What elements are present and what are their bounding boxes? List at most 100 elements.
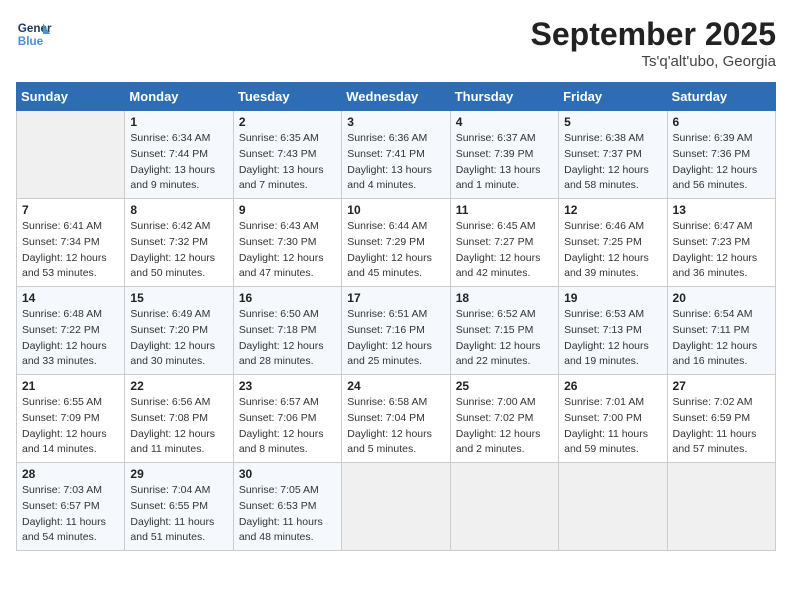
day-number: 11 (456, 203, 553, 217)
calendar-cell: 14Sunrise: 6:48 AM Sunset: 7:22 PM Dayli… (17, 287, 125, 375)
page-header: General Blue September 2025 Ts'q'alt'ubo… (16, 16, 776, 70)
day-number: 16 (239, 291, 336, 305)
day-number: 28 (22, 467, 119, 481)
day-number: 27 (673, 379, 770, 393)
calendar-cell: 10Sunrise: 6:44 AM Sunset: 7:29 PM Dayli… (342, 199, 450, 287)
calendar-cell: 21 Sunrise: 6:55 AM Sunset: 7:09 PM Dayli… (17, 375, 125, 463)
calendar-cell: 20Sunrise: 6:54 AM Sunset: 7:11 PM Dayli… (667, 287, 775, 375)
header-saturday: Saturday (667, 83, 775, 111)
calendar-week-3: 14Sunrise: 6:48 AM Sunset: 7:22 PM Dayli… (17, 287, 776, 375)
calendar-cell: 6 Sunrise: 6:39 AM Sunset: 7:36 PM Daylig… (667, 111, 775, 199)
calendar-cell: 23 Sunrise: 6:57 AM Sunset: 7:06 PM Dayli… (233, 375, 341, 463)
day-number: 29 (130, 467, 227, 481)
calendar-week-1: 1 Sunrise: 6:34 AM Sunset: 7:44 PM Daylig… (17, 111, 776, 199)
svg-text:Blue: Blue (18, 35, 44, 48)
location: Ts'q'alt'ubo, Georgia (531, 53, 776, 70)
calendar-week-4: 21 Sunrise: 6:55 AM Sunset: 7:09 PM Dayli… (17, 375, 776, 463)
calendar-cell: 7 Sunrise: 6:41 AM Sunset: 7:34 PM Daylig… (17, 199, 125, 287)
day-number: 21 (22, 379, 119, 393)
day-number: 2 (239, 115, 336, 129)
day-info: Sunrise: 6:41 AM Sunset: 7:34 PM Dayligh… (22, 219, 119, 282)
day-info: Sunrise: 6:58 AM Sunset: 7:04 PM Dayligh… (347, 395, 444, 458)
calendar-cell: 17 Sunrise: 6:51 AM Sunset: 7:16 PM Dayli… (342, 287, 450, 375)
calendar-cell (450, 463, 558, 551)
day-number: 14 (22, 291, 119, 305)
calendar-cell: 15Sunrise: 6:49 AM Sunset: 7:20 PM Dayli… (125, 287, 233, 375)
day-info: Sunrise: 6:53 AM Sunset: 7:13 PM Dayligh… (564, 307, 661, 370)
calendar-cell: 28Sunrise: 7:03 AM Sunset: 6:57 PM Dayli… (17, 463, 125, 551)
day-number: 17 (347, 291, 444, 305)
day-number: 3 (347, 115, 444, 129)
day-info: Sunrise: 6:55 AM Sunset: 7:09 PM Dayligh… (22, 395, 119, 458)
calendar-cell (559, 463, 667, 551)
calendar-cell: 18Sunrise: 6:52 AM Sunset: 7:15 PM Dayli… (450, 287, 558, 375)
day-info: Sunrise: 6:45 AM Sunset: 7:27 PM Dayligh… (456, 219, 553, 282)
calendar-header-row: SundayMondayTuesdayWednesdayThursdayFrid… (17, 83, 776, 111)
day-info: Sunrise: 7:01 AM Sunset: 7:00 PM Dayligh… (564, 395, 661, 458)
calendar-cell: 11 Sunrise: 6:45 AM Sunset: 7:27 PM Dayli… (450, 199, 558, 287)
day-number: 26 (564, 379, 661, 393)
day-number: 30 (239, 467, 336, 481)
calendar-cell: 30 Sunrise: 7:05 AM Sunset: 6:53 PM Dayli… (233, 463, 341, 551)
calendar-week-2: 7 Sunrise: 6:41 AM Sunset: 7:34 PM Daylig… (17, 199, 776, 287)
day-number: 1 (130, 115, 227, 129)
day-info: Sunrise: 6:38 AM Sunset: 7:37 PM Dayligh… (564, 131, 661, 194)
day-info: Sunrise: 6:43 AM Sunset: 7:30 PM Dayligh… (239, 219, 336, 282)
calendar-cell: 26 Sunrise: 7:01 AM Sunset: 7:00 PM Dayli… (559, 375, 667, 463)
day-number: 6 (673, 115, 770, 129)
day-number: 4 (456, 115, 553, 129)
month-title: September 2025 (531, 16, 776, 53)
calendar-cell: 29 Sunrise: 7:04 AM Sunset: 6:55 PM Dayli… (125, 463, 233, 551)
day-info: Sunrise: 6:49 AM Sunset: 7:20 PM Dayligh… (130, 307, 227, 370)
day-info: Sunrise: 6:57 AM Sunset: 7:06 PM Dayligh… (239, 395, 336, 458)
day-info: Sunrise: 6:42 AM Sunset: 7:32 PM Dayligh… (130, 219, 227, 282)
header-thursday: Thursday (450, 83, 558, 111)
day-info: Sunrise: 7:02 AM Sunset: 6:59 PM Dayligh… (673, 395, 770, 458)
logo-icon: General Blue (16, 16, 52, 52)
calendar-cell: 24 Sunrise: 6:58 AM Sunset: 7:04 PM Dayli… (342, 375, 450, 463)
day-number: 5 (564, 115, 661, 129)
calendar-cell: 25Sunrise: 7:00 AM Sunset: 7:02 PM Dayli… (450, 375, 558, 463)
day-info: Sunrise: 6:51 AM Sunset: 7:16 PM Dayligh… (347, 307, 444, 370)
calendar-cell: 8 Sunrise: 6:42 AM Sunset: 7:32 PM Daylig… (125, 199, 233, 287)
calendar-cell: 12Sunrise: 6:46 AM Sunset: 7:25 PM Dayli… (559, 199, 667, 287)
calendar-cell: 9Sunrise: 6:43 AM Sunset: 7:30 PM Daylig… (233, 199, 341, 287)
day-number: 8 (130, 203, 227, 217)
day-info: Sunrise: 6:34 AM Sunset: 7:44 PM Dayligh… (130, 131, 227, 194)
day-number: 20 (673, 291, 770, 305)
day-number: 24 (347, 379, 444, 393)
calendar-cell: 3Sunrise: 6:36 AM Sunset: 7:41 PM Daylig… (342, 111, 450, 199)
day-info: Sunrise: 7:00 AM Sunset: 7:02 PM Dayligh… (456, 395, 553, 458)
day-info: Sunrise: 6:50 AM Sunset: 7:18 PM Dayligh… (239, 307, 336, 370)
day-number: 23 (239, 379, 336, 393)
day-info: Sunrise: 6:35 AM Sunset: 7:43 PM Dayligh… (239, 131, 336, 194)
header-monday: Monday (125, 83, 233, 111)
day-info: Sunrise: 6:47 AM Sunset: 7:23 PM Dayligh… (673, 219, 770, 282)
calendar-cell: 22 Sunrise: 6:56 AM Sunset: 7:08 PM Dayli… (125, 375, 233, 463)
header-friday: Friday (559, 83, 667, 111)
day-info: Sunrise: 6:37 AM Sunset: 7:39 PM Dayligh… (456, 131, 553, 194)
day-number: 22 (130, 379, 227, 393)
calendar-cell (17, 111, 125, 199)
day-info: Sunrise: 6:56 AM Sunset: 7:08 PM Dayligh… (130, 395, 227, 458)
header-wednesday: Wednesday (342, 83, 450, 111)
day-number: 7 (22, 203, 119, 217)
title-block: September 2025 Ts'q'alt'ubo, Georgia (531, 16, 776, 70)
calendar-cell (667, 463, 775, 551)
calendar-week-5: 28Sunrise: 7:03 AM Sunset: 6:57 PM Dayli… (17, 463, 776, 551)
calendar-cell (342, 463, 450, 551)
day-info: Sunrise: 7:05 AM Sunset: 6:53 PM Dayligh… (239, 483, 336, 546)
calendar-cell: 27 Sunrise: 7:02 AM Sunset: 6:59 PM Dayli… (667, 375, 775, 463)
logo: General Blue (16, 16, 52, 52)
calendar-cell: 16 Sunrise: 6:50 AM Sunset: 7:18 PM Dayli… (233, 287, 341, 375)
header-tuesday: Tuesday (233, 83, 341, 111)
calendar-cell: 1 Sunrise: 6:34 AM Sunset: 7:44 PM Daylig… (125, 111, 233, 199)
day-info: Sunrise: 6:52 AM Sunset: 7:15 PM Dayligh… (456, 307, 553, 370)
day-number: 19 (564, 291, 661, 305)
calendar-cell: 4 Sunrise: 6:37 AM Sunset: 7:39 PM Daylig… (450, 111, 558, 199)
calendar-cell: 19 Sunrise: 6:53 AM Sunset: 7:13 PM Dayli… (559, 287, 667, 375)
day-info: Sunrise: 6:39 AM Sunset: 7:36 PM Dayligh… (673, 131, 770, 194)
calendar-table: SundayMondayTuesdayWednesdayThursdayFrid… (16, 82, 776, 551)
day-info: Sunrise: 7:04 AM Sunset: 6:55 PM Dayligh… (130, 483, 227, 546)
day-number: 10 (347, 203, 444, 217)
